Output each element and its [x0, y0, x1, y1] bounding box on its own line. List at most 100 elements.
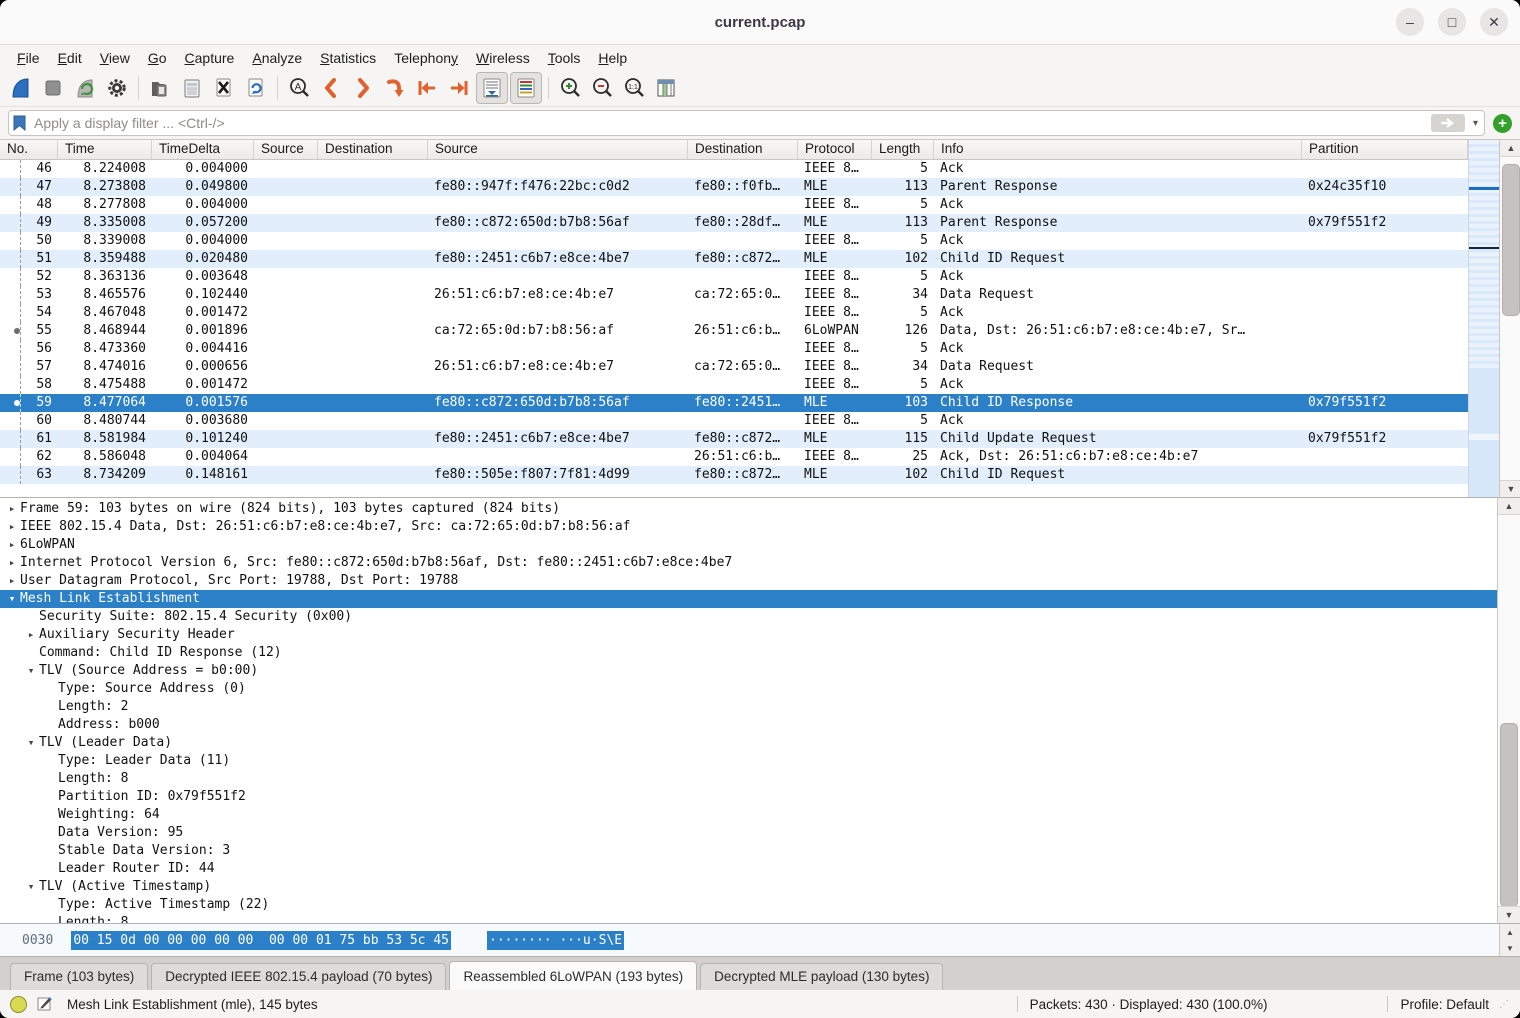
packet-row[interactable]: 538.4655760.10244026:51:c6:b7:e8:ce:4b:e… [0, 286, 1468, 304]
hex-row[interactable]: 0030 00 15 0d 00 00 00 00 00 00 00 01 75… [0, 924, 1499, 956]
display-filter-input[interactable] [32, 114, 1425, 132]
byte-view-tab[interactable]: Reassembled 6LoWPAN (193 bytes) [449, 961, 697, 990]
resize-grip[interactable]: ⋰ [1499, 999, 1510, 1010]
detail-row[interactable]: Leader Router ID: 44 [0, 860, 1497, 878]
packet-row[interactable]: 638.7342090.148161fe80::505e:f807:7f81:4… [0, 466, 1468, 484]
details-scrollbar[interactable]: ▲ ▼ [1497, 498, 1520, 923]
packet-row[interactable]: 568.4733600.004416IEEE 8…5Ack [0, 340, 1468, 358]
hex-ascii[interactable]: ········ ···u·S\E [487, 931, 624, 950]
packet-row[interactable]: 528.3631360.003648IEEE 8…5Ack [0, 268, 1468, 286]
packet-list-header[interactable]: No.TimeTimeDeltaSourceDestinationSourceD… [0, 140, 1468, 160]
packet-row[interactable]: 518.3594880.020480fe80::2451:c6b7:e8ce:4… [0, 250, 1468, 268]
packet-row[interactable]: 498.3350080.057200fe80::c872:650d:b7b8:5… [0, 214, 1468, 232]
detail-row[interactable]: ▸Frame 59: 103 bytes on wire (824 bits),… [0, 500, 1497, 518]
detail-row[interactable]: Data Version: 95 [0, 824, 1497, 842]
status-profile[interactable]: Profile: Default [1400, 997, 1489, 1012]
detail-row[interactable]: Command: Child ID Response (12) [0, 644, 1497, 662]
expander-icon[interactable]: ▸ [4, 572, 20, 590]
packet-row[interactable]: 578.4740160.00065626:51:c6:b7:e8:ce:4b:e… [0, 358, 1468, 376]
colorize-icon[interactable] [510, 72, 542, 104]
capture-options-icon[interactable] [102, 73, 132, 103]
menu-analyze[interactable]: Analyze [243, 48, 311, 68]
detail-row[interactable]: Address: b000 [0, 716, 1497, 734]
scrollbar-thumb[interactable] [1500, 723, 1518, 907]
go-first-icon[interactable] [412, 73, 442, 103]
go-back-icon[interactable] [316, 73, 346, 103]
zoom-original-icon[interactable]: 1:1 [619, 73, 649, 103]
detail-row[interactable]: Weighting: 64 [0, 806, 1497, 824]
zoom-in-icon[interactable] [555, 73, 585, 103]
menu-capture[interactable]: Capture [176, 48, 244, 68]
detail-row[interactable]: ▸Auxiliary Security Header [0, 626, 1497, 644]
column-header[interactable]: Destination [318, 140, 428, 159]
add-filter-button[interactable]: + [1493, 114, 1512, 133]
detail-row[interactable]: ▸IEEE 802.15.4 Data, Dst: 26:51:c6:b7:e8… [0, 518, 1497, 536]
close-button[interactable]: ✕ [1480, 8, 1508, 36]
packet-row[interactable]: 608.4807440.003680IEEE 8…5Ack [0, 412, 1468, 430]
column-header[interactable]: Info [934, 140, 1302, 159]
go-last-icon[interactable] [444, 73, 474, 103]
packet-row[interactable]: 588.4754880.001472IEEE 8…5Ack [0, 376, 1468, 394]
auto-scroll-icon[interactable] [476, 72, 508, 104]
expander-icon[interactable]: ▾ [4, 590, 20, 608]
filter-dropdown-caret[interactable]: ▾ [1471, 118, 1480, 129]
expander-icon[interactable]: ▾ [23, 662, 39, 680]
column-header[interactable]: Time [58, 140, 152, 159]
menu-file[interactable]: File [8, 48, 49, 68]
expander-icon[interactable]: ▸ [4, 536, 20, 554]
column-header[interactable]: Length [872, 140, 934, 159]
packet-list-scrollbar[interactable]: ▲ ▼ [1499, 140, 1520, 497]
hex-scrollbar[interactable]: ▲▼ [1499, 924, 1520, 956]
menu-help[interactable]: Help [589, 48, 636, 68]
apply-filter-button[interactable] [1431, 114, 1465, 132]
find-packet-icon[interactable]: A [284, 73, 314, 103]
file-close-icon[interactable] [209, 73, 239, 103]
expander-icon[interactable]: ▾ [23, 878, 39, 896]
expander-icon[interactable]: ▸ [4, 518, 20, 536]
zoom-out-icon[interactable] [587, 73, 617, 103]
detail-row[interactable]: Type: Leader Data (11) [0, 752, 1497, 770]
scrollbar-thumb[interactable] [1502, 164, 1520, 316]
scroll-down-icon[interactable]: ▼ [1500, 480, 1520, 497]
packet-row[interactable]: 598.4770640.001576fe80::c872:650d:b7b8:5… [0, 394, 1468, 412]
packet-row[interactable]: 618.5819840.101240fe80::2451:c6b7:e8ce:4… [0, 430, 1468, 448]
packet-row[interactable]: 488.2778080.004000IEEE 8…5Ack [0, 196, 1468, 214]
packet-row[interactable]: 558.4689440.001896ca:72:65:0d:b7:b8:56:a… [0, 322, 1468, 340]
packet-row[interactable]: 628.5860480.00406426:51:c6:b…IEEE 8…25Ac… [0, 448, 1468, 466]
byte-view-tab[interactable]: Frame (103 bytes) [10, 963, 148, 990]
hex-bytes[interactable]: 00 15 0d 00 00 00 00 00 00 00 01 75 bb 5… [71, 931, 451, 950]
expert-info-icon[interactable] [10, 996, 27, 1013]
column-header[interactable]: Source [428, 140, 688, 159]
column-header[interactable]: Protocol [798, 140, 872, 159]
capture-start-icon[interactable] [6, 73, 36, 103]
menu-wireless[interactable]: Wireless [467, 48, 539, 68]
go-forward-icon[interactable] [348, 73, 378, 103]
detail-row[interactable]: ▾Mesh Link Establishment [0, 590, 1497, 608]
scroll-up-icon[interactable]: ▲ [1500, 924, 1520, 940]
column-header[interactable]: Destination [688, 140, 798, 159]
detail-row[interactable]: ▾TLV (Source Address = b0:00) [0, 662, 1497, 680]
detail-row[interactable]: Security Suite: 802.15.4 Security (0x00) [0, 608, 1497, 626]
bookmark-icon[interactable] [13, 115, 26, 131]
detail-row[interactable]: Type: Source Address (0) [0, 680, 1497, 698]
detail-row[interactable]: Type: Active Timestamp (22) [0, 896, 1497, 914]
detail-row[interactable]: ▾TLV (Active Timestamp) [0, 878, 1497, 896]
menu-telephony[interactable]: Telephony [385, 48, 467, 68]
detail-row[interactable]: ▾TLV (Leader Data) [0, 734, 1497, 752]
file-reload-icon[interactable] [241, 73, 271, 103]
capture-stop-icon[interactable] [38, 73, 68, 103]
expander-icon[interactable]: ▸ [4, 554, 20, 572]
scroll-up-icon[interactable]: ▲ [1498, 498, 1520, 515]
packet-row[interactable]: 478.2738080.049800fe80::947f:f476:22bc:c… [0, 178, 1468, 196]
capture-restart-icon[interactable] [70, 73, 100, 103]
menu-go[interactable]: Go [139, 48, 176, 68]
menu-view[interactable]: View [91, 48, 139, 68]
packet-row[interactable]: 548.4670480.001472IEEE 8…5Ack [0, 304, 1468, 322]
intelligent-scrollbar-minimap[interactable] [1468, 140, 1499, 497]
detail-row[interactable]: Length: 2 [0, 698, 1497, 716]
scroll-down-icon[interactable]: ▼ [1498, 906, 1520, 923]
title-bar[interactable]: current.pcap – □ ✕ [0, 0, 1520, 45]
detail-row[interactable]: Length: 8 [0, 770, 1497, 788]
detail-row[interactable]: Partition ID: 0x79f551f2 [0, 788, 1497, 806]
expander-icon[interactable]: ▸ [23, 626, 39, 644]
